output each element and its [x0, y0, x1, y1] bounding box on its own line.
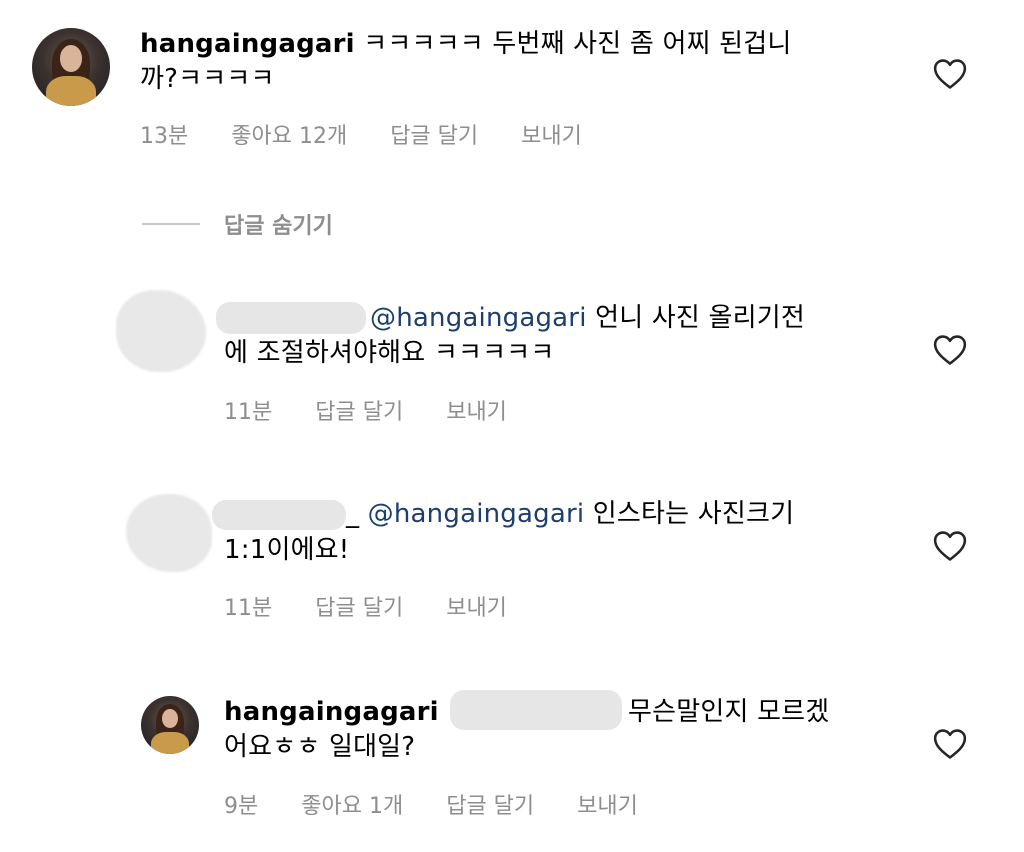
redacted-mention	[450, 690, 622, 730]
mention-link[interactable]: @hangaingagari	[368, 499, 585, 529]
avatar[interactable]	[126, 494, 212, 572]
avatar-body	[151, 731, 189, 754]
redacted-username	[212, 500, 346, 530]
timestamp: 13분	[140, 124, 189, 149]
mention-link[interactable]: @hangaingagari	[370, 303, 587, 333]
divider	[142, 223, 200, 225]
reply-button[interactable]: 답글 달기	[315, 590, 403, 622]
comment-1: hangaingagari ㅋㅋㅋㅋㅋ 두번째 사진 좀 어찌 된겁니 까?ㅋㅋ…	[0, 0, 1024, 170]
timestamp: 9분	[224, 794, 259, 819]
hide-replies-toggle[interactable]: 답글 숨기기	[142, 208, 333, 240]
avatar[interactable]	[141, 696, 199, 754]
timestamp: 11분	[224, 400, 273, 425]
comment-text-line-2: 1:1이에요!	[224, 535, 350, 565]
comment-meta: 13분 좋아요 12개 답글 달기 보내기	[140, 118, 582, 150]
comment-3: _ @hangaingagari 인스타는 사진크기 1:1이에요! 11분 답…	[0, 480, 1024, 630]
comment-meta: 11분 답글 달기 보내기	[224, 394, 507, 426]
comment-2: @hangaingagari 언니 사진 올리기전 에 조절하셔야해요 ㅋㅋㅋㅋ…	[0, 280, 1024, 430]
avatar-face	[60, 45, 82, 72]
avatar[interactable]	[32, 28, 110, 106]
likes-count[interactable]: 좋아요 12개	[231, 118, 347, 150]
comment-meta: 11분 답글 달기 보내기	[224, 590, 507, 622]
hide-replies-label: 답글 숨기기	[224, 214, 333, 239]
send-button[interactable]: 보내기	[446, 394, 507, 426]
reply-button[interactable]: 답글 달기	[446, 788, 534, 820]
avatar[interactable]	[116, 290, 206, 372]
send-button[interactable]: 보내기	[521, 118, 582, 150]
username[interactable]: hangaingagari	[224, 697, 439, 727]
heart-outline-icon[interactable]	[933, 58, 967, 90]
comment-text-line-2: 까?ㅋㅋㅋㅋ	[140, 64, 275, 94]
likes-count[interactable]: 좋아요 1개	[301, 788, 403, 820]
comment-body: ㅋㅋㅋㅋㅋ 두번째 사진 좀 어찌 된겁니	[363, 29, 792, 59]
comment-body: 무슨말인지 모르겠	[628, 697, 830, 727]
redacted-username	[216, 302, 366, 334]
comment-meta: 9분 좋아요 1개 답글 달기 보내기	[224, 788, 638, 820]
heart-outline-icon[interactable]	[933, 334, 967, 366]
avatar-body	[46, 76, 96, 106]
comment-body: 인스타는 사진크기	[584, 499, 795, 529]
comment-text-line-1: hangaingagari ㅋㅋㅋㅋㅋ 두번째 사진 좀 어찌 된겁니	[140, 27, 792, 62]
heart-outline-icon[interactable]	[933, 530, 967, 562]
comment-text-line-2: 에 조절하셔야해요 ㅋㅋㅋㅋㅋ	[224, 338, 555, 368]
comment-body: 언니 사진 올리기전	[586, 303, 805, 333]
username-fragment: _	[346, 499, 360, 529]
reply-button[interactable]: 답글 달기	[390, 118, 478, 150]
comment-text-line-1: @hangaingagari 언니 사진 올리기전	[370, 301, 805, 336]
comment-text-line-1: hangaingagari	[224, 695, 439, 730]
comment-text-line-1: _ @hangaingagari 인스타는 사진크기	[346, 497, 794, 532]
heart-outline-icon[interactable]	[933, 728, 967, 760]
send-button[interactable]: 보내기	[446, 590, 507, 622]
send-button[interactable]: 보내기	[577, 788, 638, 820]
comment-4: hangaingagari 무슨말인지 모르겠 어요ㅎㅎ 일대일? 9분 좋아요…	[0, 680, 1024, 852]
comment-text-line-2: 어요ㅎㅎ 일대일?	[224, 732, 416, 762]
reply-button[interactable]: 답글 달기	[315, 394, 403, 426]
username[interactable]: hangaingagari	[140, 29, 355, 59]
timestamp: 11분	[224, 596, 273, 621]
